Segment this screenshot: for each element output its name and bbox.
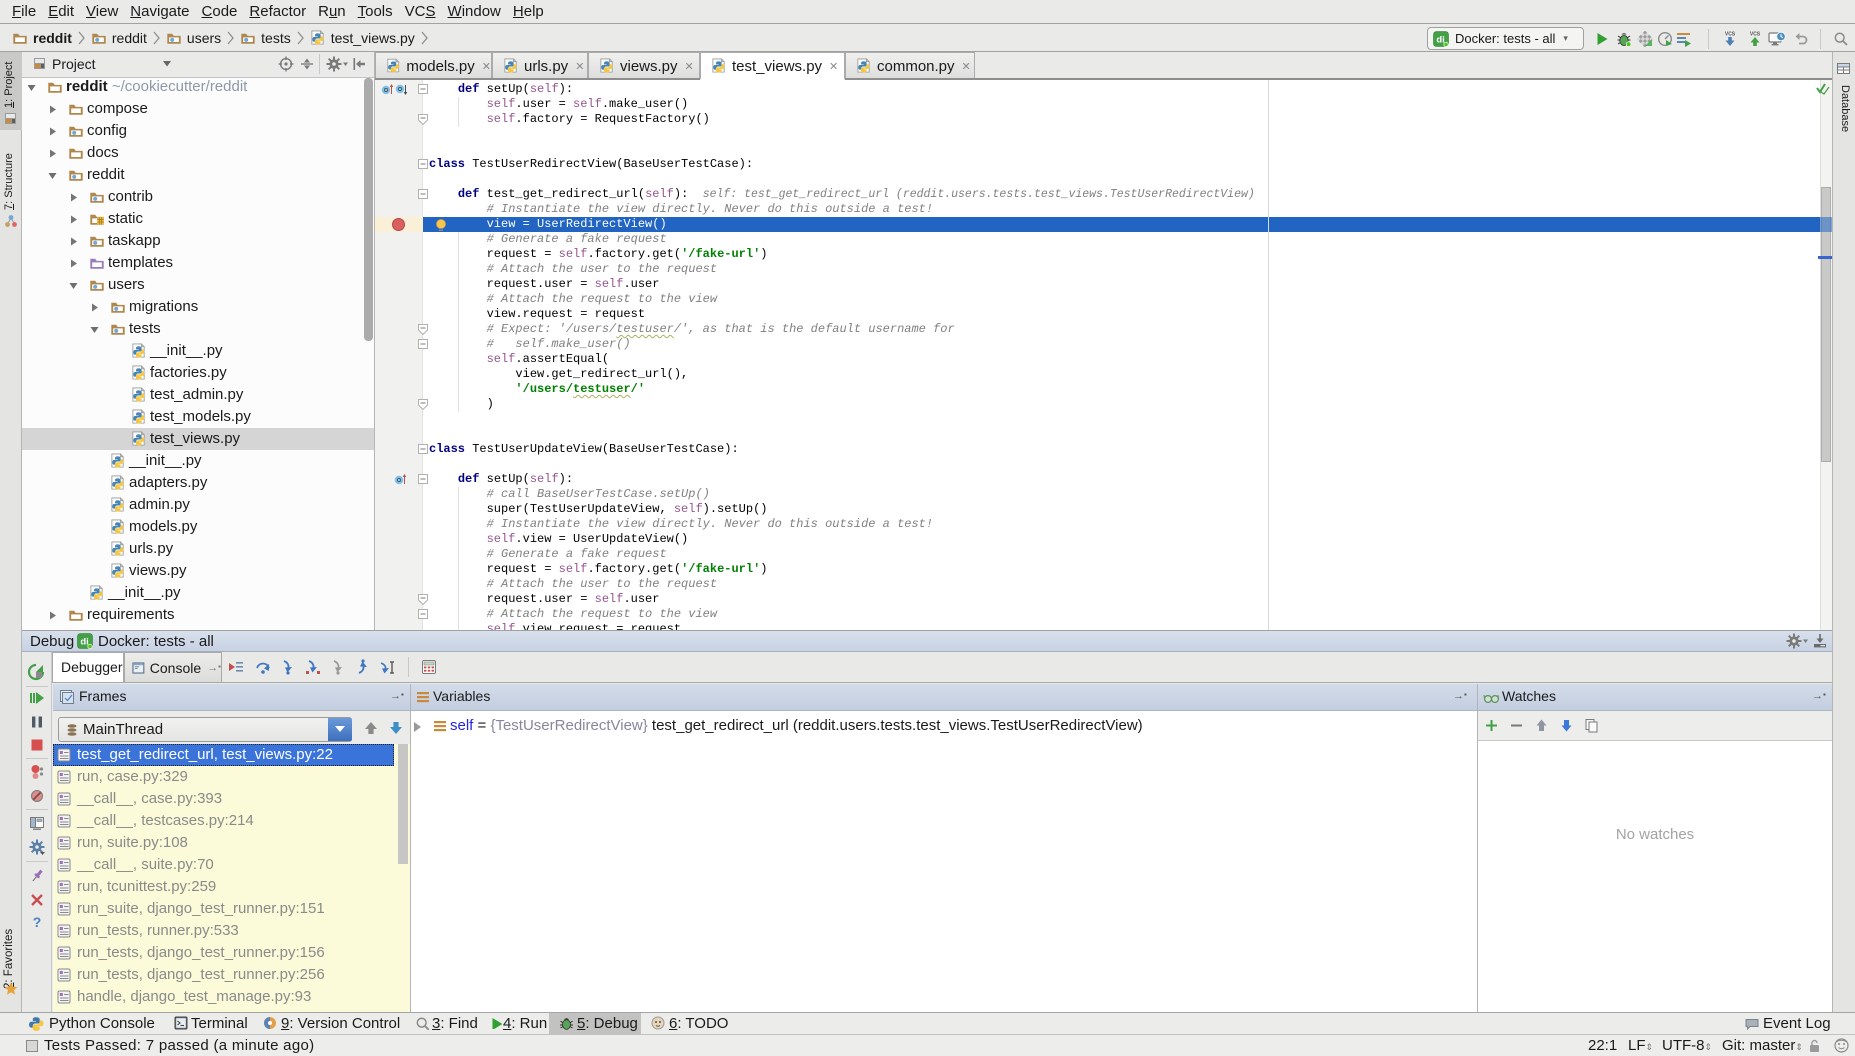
svg-text:?: ? [33,914,42,930]
svg-text:VCS: VCS [1750,32,1761,38]
svg-text:VCS: VCS [1725,32,1736,38]
